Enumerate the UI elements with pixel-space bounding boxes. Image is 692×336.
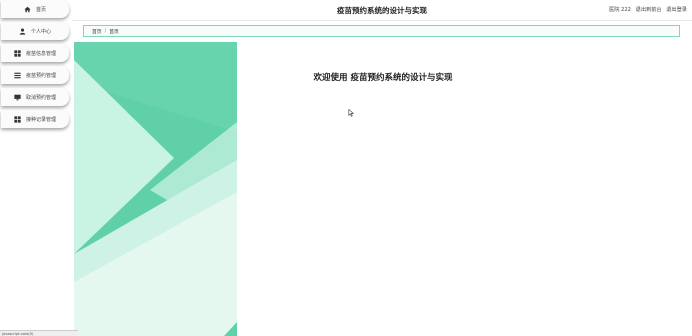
site-title: 疫苗预约系统的设计与实现 [337, 6, 427, 15]
sidebar-item-label: 疫苗预约管理 [25, 72, 56, 79]
breadcrumb: 首页 / 首页 [83, 25, 680, 37]
sidebar-item-vaccination-records[interactable]: 接种记录管理 [1, 110, 69, 128]
sidebar-item-vaccine-booking[interactable]: 疫苗预约管理 [1, 66, 69, 84]
home-icon [24, 5, 32, 13]
user-icon [19, 27, 27, 35]
sidebar: 首页 个人中心 疫苗信息管理 疫苗预约管理 取消预约管理 接种记录管理 [0, 0, 72, 336]
sidebar-item-label: 首页 [35, 6, 46, 13]
welcome-heading: 欢迎使用 疫苗预约系统的设计与实现 [313, 73, 453, 83]
back-to-front-link[interactable]: 退出到前台 [636, 7, 662, 13]
monitor-icon [14, 93, 22, 101]
top-links: 医院 222 退出到前台 退出登录 [606, 6, 687, 13]
grid-icon [14, 49, 22, 57]
sidebar-item-cancel-booking[interactable]: 取消预约管理 [1, 88, 69, 106]
decorative-background-panel [74, 42, 237, 336]
sidebar-item-vaccine-info[interactable]: 疫苗信息管理 [1, 44, 69, 62]
list-icon [14, 71, 22, 79]
sidebar-item-profile[interactable]: 个人中心 [1, 22, 69, 40]
sidebar-item-home[interactable]: 首页 [1, 0, 69, 18]
mouse-cursor-icon [348, 109, 355, 117]
sidebar-item-label: 个人中心 [30, 28, 51, 35]
top-bar: 疫苗预约系统的设计与实现 医院 222 退出到前台 退出登录 [72, 0, 692, 21]
sidebar-item-label: 疫苗信息管理 [25, 50, 56, 57]
sidebar-item-label: 取消预约管理 [25, 94, 56, 101]
grid-icon [14, 115, 22, 123]
logout-link[interactable]: 退出登录 [666, 7, 687, 13]
breadcrumb-home-link[interactable]: 首页 [92, 28, 102, 35]
geometric-pattern [74, 42, 237, 336]
breadcrumb-current: 首页 [109, 29, 119, 35]
breadcrumb-separator: / [104, 28, 107, 34]
sidebar-item-label: 接种记录管理 [25, 116, 56, 123]
browser-status-bar: javascript:void(0) [0, 330, 78, 336]
user-label: 医院 222 [609, 7, 631, 13]
